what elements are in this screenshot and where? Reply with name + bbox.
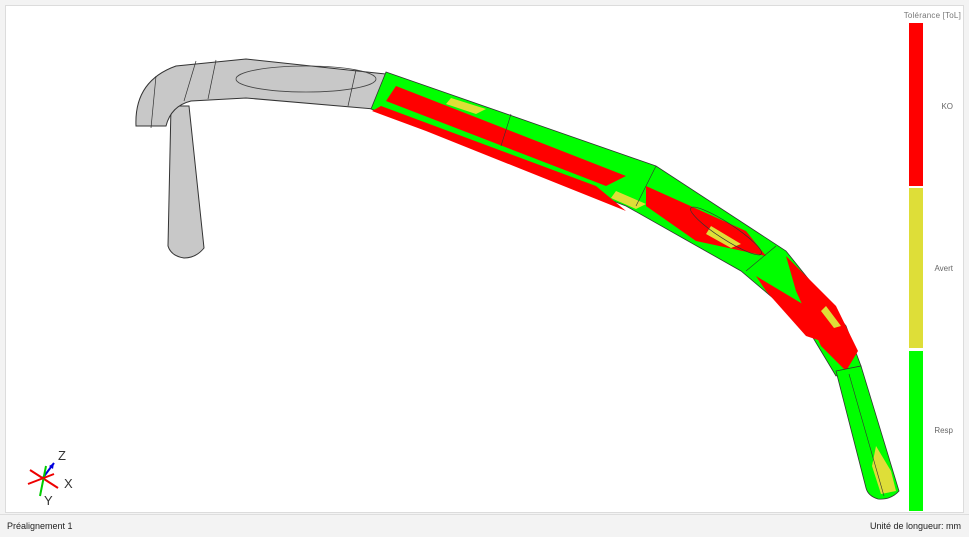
app-window: Tolérance [ToL] KO Avert Resp Z X Y Préa… xyxy=(0,0,969,537)
length-unit-status: Unité de longueur: mm xyxy=(869,521,961,531)
alignment-status: Préalignement 1 xyxy=(7,521,73,531)
legend-band-ko xyxy=(909,23,923,186)
legend-label-resp: Resp xyxy=(934,426,953,435)
axis-triad: Z X Y xyxy=(20,446,80,512)
axis-z-label: Z xyxy=(58,448,66,463)
axis-y-icon xyxy=(39,465,47,497)
tube-left-leg xyxy=(167,105,205,259)
axis-y-label: Y xyxy=(44,493,53,508)
tolerance-legend: Tolérance [ToL] KO Avert Resp xyxy=(896,8,963,512)
tube-model[interactable] xyxy=(6,6,963,512)
legend-label-avert: Avert xyxy=(934,264,953,273)
legend-title: Tolérance [ToL] xyxy=(903,11,961,20)
status-bar: Préalignement 1 Unité de longueur: mm xyxy=(0,514,969,537)
legend-band-resp xyxy=(909,351,923,511)
legend-band-avert xyxy=(909,188,923,348)
3d-viewport[interactable]: Tolérance [ToL] KO Avert Resp Z X Y xyxy=(5,5,964,513)
axis-x-label: X xyxy=(64,476,73,491)
legend-label-ko: KO xyxy=(941,102,953,111)
